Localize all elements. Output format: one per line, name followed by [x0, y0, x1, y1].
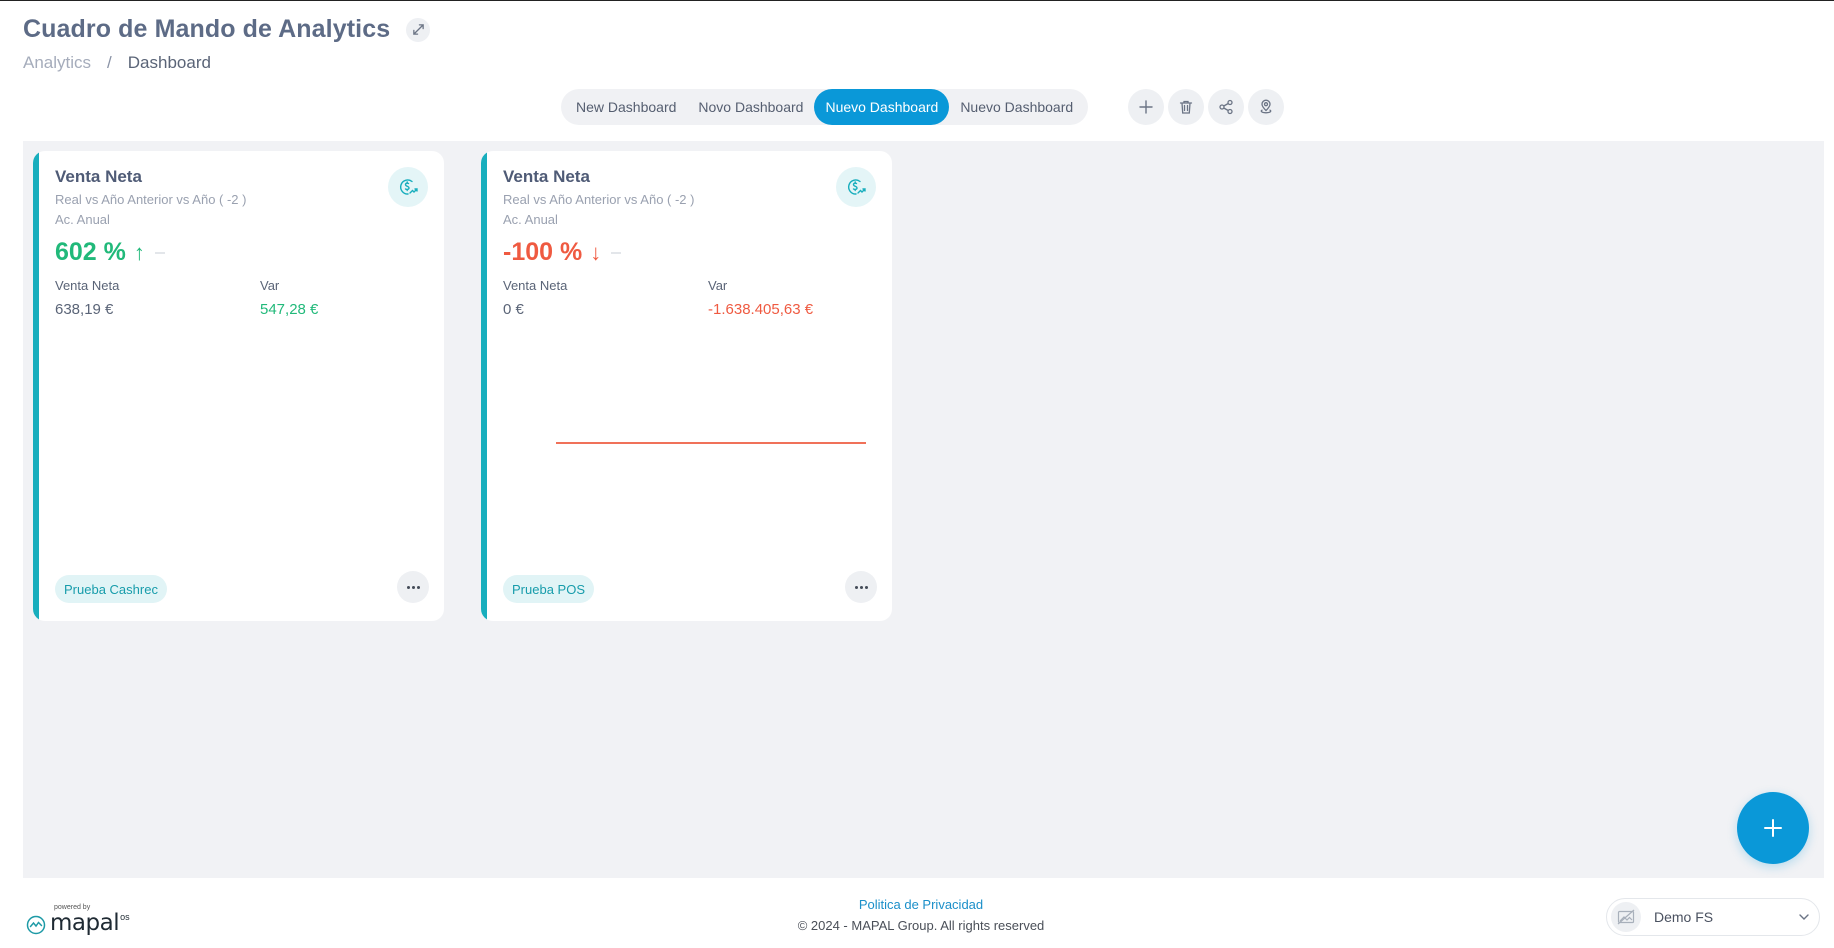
expand-icon	[412, 24, 424, 35]
metric-value-var: -1.638.405,63 €	[708, 301, 814, 318]
breadcrumb-analytics[interactable]: Analytics	[23, 53, 91, 73]
add-widget-button[interactable]	[1737, 792, 1809, 864]
metric-value-venta-neta: 638,19 €	[55, 301, 114, 318]
breadcrumb: Analytics / Dashboard	[23, 53, 211, 73]
organization-name: Demo FS	[1654, 909, 1714, 925]
more-dot	[864, 585, 868, 589]
card-accent	[33, 151, 39, 621]
card-accent	[481, 151, 487, 621]
trash-icon	[1179, 100, 1193, 114]
card-subtitle: Real vs Año Anterior vs Año ( -2 )	[503, 192, 695, 207]
arrow-down-icon: ↓	[590, 239, 602, 265]
metric-value-venta-neta: 0 €	[503, 301, 524, 318]
no-image-icon	[1611, 902, 1641, 932]
page-title: Cuadro de Mando de Analytics	[23, 15, 391, 43]
dash-icon	[611, 251, 622, 254]
card-more-button[interactable]	[397, 571, 429, 603]
card-title: Venta Neta	[55, 167, 142, 186]
card-period: Ac. Anual	[55, 212, 110, 227]
more-dot	[854, 585, 858, 589]
tab-new-dashboard[interactable]: New Dashboard	[565, 89, 687, 125]
breadcrumb-separator: /	[107, 53, 112, 72]
chevron-down-icon	[1799, 914, 1809, 920]
card-subtitle: Real vs Año Anterior vs Año ( -2 )	[55, 192, 247, 207]
card-period: Ac. Anual	[503, 212, 558, 227]
metric-label-var: Var	[260, 278, 280, 293]
money-trend-icon	[848, 179, 866, 195]
card-metric-button[interactable]	[388, 167, 428, 207]
more-dot	[406, 585, 410, 589]
expand-button[interactable]	[406, 17, 431, 42]
plus-icon	[1139, 100, 1153, 114]
card-metric-button[interactable]	[836, 167, 876, 207]
copyright-text: © 2024 - MAPAL Group. All rights reserve…	[797, 918, 1045, 933]
trend-line	[556, 442, 866, 444]
card-title: Venta Neta	[503, 167, 590, 186]
tab-nuevo-dashboard-active[interactable]: Nuevo Dashboard	[814, 89, 950, 125]
more-dot	[416, 585, 420, 589]
metric-label-venta-neta: Venta Neta	[55, 278, 120, 293]
privacy-policy-label[interactable]: Politica de Privacidad	[859, 897, 983, 912]
location-pin-icon	[1260, 99, 1272, 114]
more-dot	[411, 585, 415, 589]
card-more-button[interactable]	[845, 571, 877, 603]
location-button[interactable]	[1248, 89, 1284, 125]
organization-select[interactable]: Demo FS	[1606, 898, 1820, 936]
more-dot	[859, 585, 863, 589]
widget-card-venta-neta-pos[interactable]: Venta Neta Real vs Año Anterior vs Año (…	[481, 151, 892, 621]
page-header: Cuadro de Mando de Analytics	[23, 15, 431, 44]
tab-nuevo-dashboard[interactable]: Nuevo Dashboard	[949, 89, 1084, 125]
dashboard-tabs: New Dashboard Novo Dashboard Nuevo Dashb…	[561, 89, 1089, 125]
delete-dashboard-button[interactable]	[1168, 89, 1204, 125]
widget-card-venta-neta-cashrec[interactable]: Venta Neta Real vs Año Anterior vs Año (…	[33, 151, 444, 621]
money-trend-icon	[400, 179, 418, 195]
kpi-value: -100 %	[503, 238, 583, 266]
kpi-value: 602 %	[55, 238, 126, 266]
plus-icon	[1764, 819, 1782, 837]
arrow-up-icon: ↑	[133, 239, 145, 265]
privacy-policy-link[interactable]: Politica de Privacidad	[0, 897, 1834, 912]
tab-novo-dashboard[interactable]: Novo Dashboard	[687, 89, 814, 125]
metric-label-venta-neta: Venta Neta	[503, 278, 568, 293]
card-kpi: -100 % ↓	[503, 238, 622, 267]
add-dashboard-button[interactable]	[1128, 89, 1164, 125]
card-kpi: 602 % ↑	[55, 238, 165, 267]
card-tag[interactable]: Prueba Cashrec	[55, 575, 167, 603]
dash-icon	[154, 251, 165, 254]
share-dashboard-button[interactable]	[1208, 89, 1244, 125]
card-tag[interactable]: Prueba POS	[503, 575, 594, 603]
metric-label-var: Var	[708, 278, 728, 293]
metric-value-var: 547,28 €	[260, 301, 319, 318]
breadcrumb-dashboard: Dashboard	[127, 53, 211, 72]
share-icon	[1219, 99, 1233, 115]
